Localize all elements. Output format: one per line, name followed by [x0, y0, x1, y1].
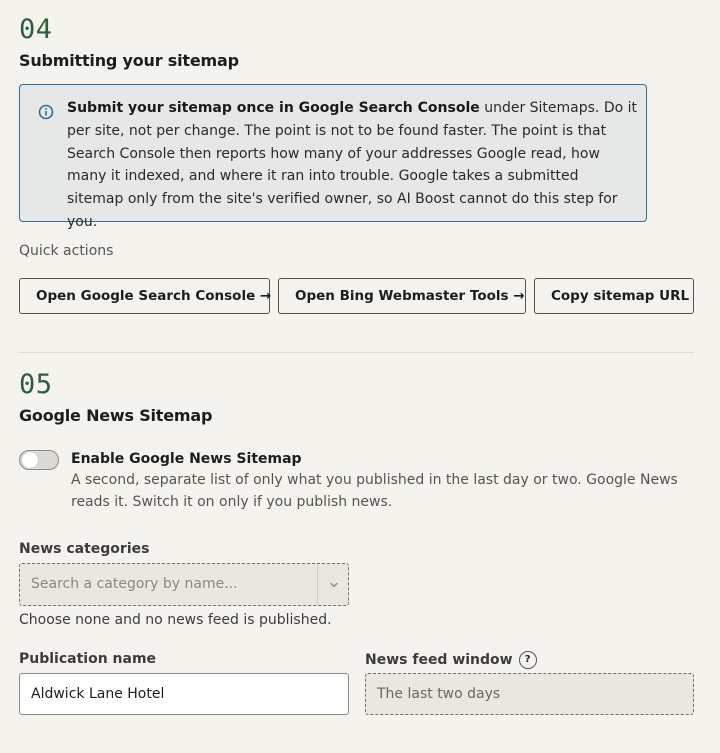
publication-name-input[interactable]: Aldwick Lane Hotel — [19, 673, 349, 715]
quick-actions-label: Quick actions — [19, 243, 114, 259]
notice-bold-text: Submit your sitemap once in Google Searc… — [67, 100, 480, 116]
news-feed-window-select[interactable]: The last two days — [365, 673, 694, 715]
notice-text: Submit your sitemap once in Google Searc… — [67, 97, 637, 234]
toggle-knob — [22, 452, 38, 468]
notice-body-text: under Sitemaps. Do it per site, not per … — [67, 100, 638, 230]
category-search-input[interactable]: Search a category by name... — [31, 564, 238, 605]
news-sitemap-toggle[interactable] — [19, 450, 59, 470]
info-notice: Submit your sitemap once in Google Searc… — [19, 84, 647, 230]
copy-sitemap-url-button[interactable]: Copy sitemap URL — [534, 278, 694, 314]
select-separator — [317, 564, 318, 605]
section-title: Google News Sitemap — [19, 406, 213, 425]
news-feed-window-label: News feed window — [365, 652, 513, 668]
info-icon — [38, 104, 54, 120]
step-number: 04 — [19, 14, 53, 45]
toggle-label: Enable Google News Sitemap — [71, 451, 302, 467]
section-divider — [19, 352, 694, 353]
step-number: 05 — [19, 369, 53, 400]
news-categories-select[interactable]: Search a category by name... — [19, 563, 349, 606]
help-icon[interactable]: ? — [518, 650, 537, 669]
categories-hint: Choose none and no news feed is publishe… — [19, 612, 332, 628]
news-categories-label: News categories — [19, 541, 150, 557]
publication-name-label: Publication name — [19, 651, 157, 667]
chevron-down-icon[interactable] — [328, 579, 340, 591]
news-feed-window-label-row: News feed window? — [365, 649, 537, 670]
toggle-description: A second, separate list of only what you… — [71, 472, 678, 510]
section-title: Submitting your sitemap — [19, 51, 239, 70]
open-bing-webmaster-tools-button[interactable]: Open Bing Webmaster Tools → — [278, 278, 526, 314]
open-google-search-console-button[interactable]: Open Google Search Console → — [19, 278, 271, 314]
